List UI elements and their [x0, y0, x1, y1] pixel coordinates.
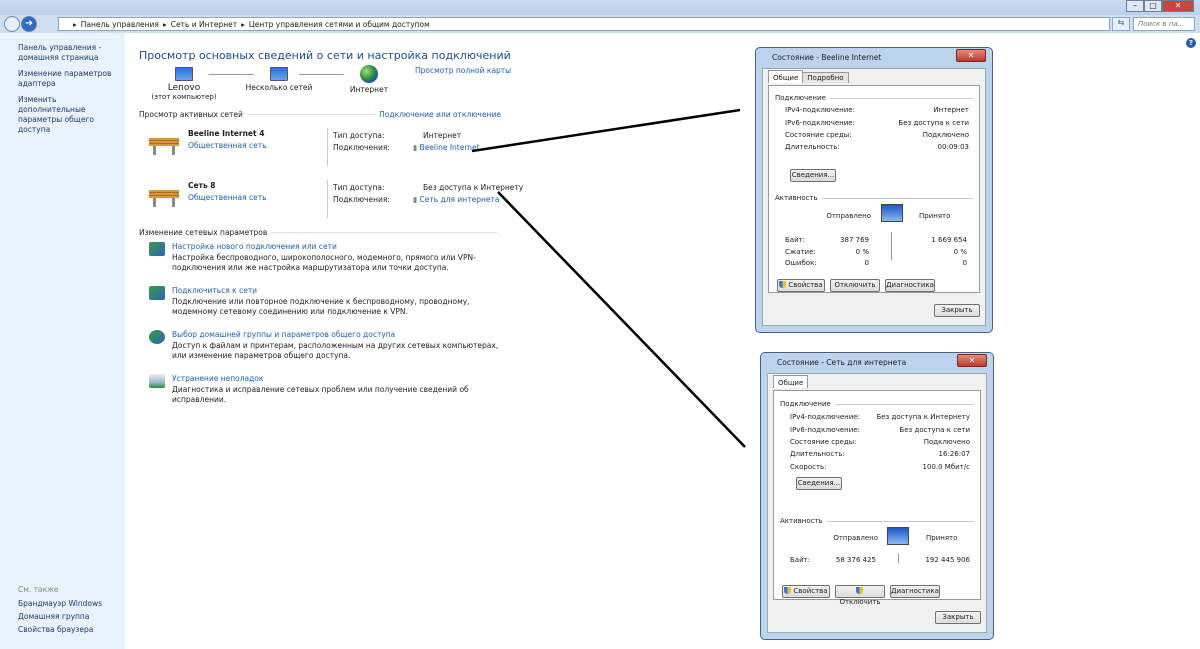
tab-general[interactable]: Общие — [773, 375, 809, 388]
status-dialog-local: Состояние - Сеть для интернета ✕ Общие По… — [760, 352, 994, 640]
tab-general[interactable]: Общие — [768, 70, 804, 83]
info-row: Длительность: 16:26:07 — [790, 450, 970, 458]
group-connection: Подключение — [775, 94, 826, 102]
shield-icon — [784, 587, 792, 594]
dialog-close-button[interactable]: ✕ — [957, 354, 987, 367]
info-row: IPv6-подключение: Без доступа к сети — [785, 119, 969, 127]
disconnect-button[interactable]: Отключить — [835, 585, 885, 606]
dialog-close-button[interactable]: ✕ — [956, 49, 986, 62]
shield-icon — [855, 587, 863, 594]
details-button[interactable]: Сведения... — [796, 477, 842, 490]
group-activity: Активность — [775, 194, 818, 202]
info-row: Состояние среды: Подключено — [790, 438, 970, 446]
sent-bytes: 387 769 — [840, 236, 869, 244]
network-computers-icon — [887, 527, 909, 545]
group-activity: Активность — [780, 517, 823, 525]
network-computers-icon — [881, 204, 903, 222]
info-row: IPv4-подключение: Без доступа к Интернету — [790, 413, 970, 421]
received-bytes: 192 445 906 — [925, 556, 970, 564]
disconnect-button[interactable]: Отключить — [830, 279, 880, 292]
diagnose-button[interactable]: Диагностика — [890, 585, 940, 598]
annotation-line — [471, 108, 741, 153]
info-row: Состояние среды: Подключено — [785, 131, 969, 139]
info-row: Длительность: 00:09:03 — [785, 143, 969, 151]
close-dialog-button[interactable]: Закрыть — [934, 304, 980, 317]
received-label: Принято — [919, 212, 951, 220]
group-connection: Подключение — [780, 400, 831, 408]
details-button[interactable]: Сведения... — [790, 169, 836, 182]
dialog-title: Состояние - Beeline Internet — [772, 53, 882, 62]
shield-icon — [779, 281, 787, 288]
annotation-line — [497, 191, 746, 448]
sent-compression: 0 % — [855, 248, 869, 256]
received-bytes: 1 669 654 — [931, 236, 967, 244]
diagnose-button[interactable]: Диагностика — [885, 279, 935, 292]
sent-bytes: 58 376 425 — [835, 556, 876, 564]
properties-button[interactable]: Свойства — [777, 279, 825, 292]
close-dialog-button[interactable]: Закрыть — [935, 611, 981, 624]
info-row: Скорость: 100.0 Мбит/с — [790, 463, 970, 471]
info-row: IPv4-подключение: Интернет — [785, 106, 969, 114]
status-dialog-beeline: Состояние - Beeline Internet ✕ Общие Подр… — [755, 47, 993, 333]
received-errors: 0 — [962, 259, 967, 267]
info-row: IPv6-подключение: Без доступа к сети — [790, 426, 970, 434]
received-compression: 0 % — [953, 248, 967, 256]
annotation-lines — [471, 108, 746, 448]
received-label: Принято — [926, 534, 958, 542]
dialog-title: Состояние - Сеть для интернета — [777, 358, 907, 367]
sent-errors: 0 — [864, 259, 869, 267]
sent-label: Отправлено — [826, 212, 871, 220]
properties-button[interactable]: Свойства — [782, 585, 830, 598]
tab-details[interactable]: Подробно — [802, 72, 849, 83]
sent-label: Отправлено — [833, 534, 878, 542]
